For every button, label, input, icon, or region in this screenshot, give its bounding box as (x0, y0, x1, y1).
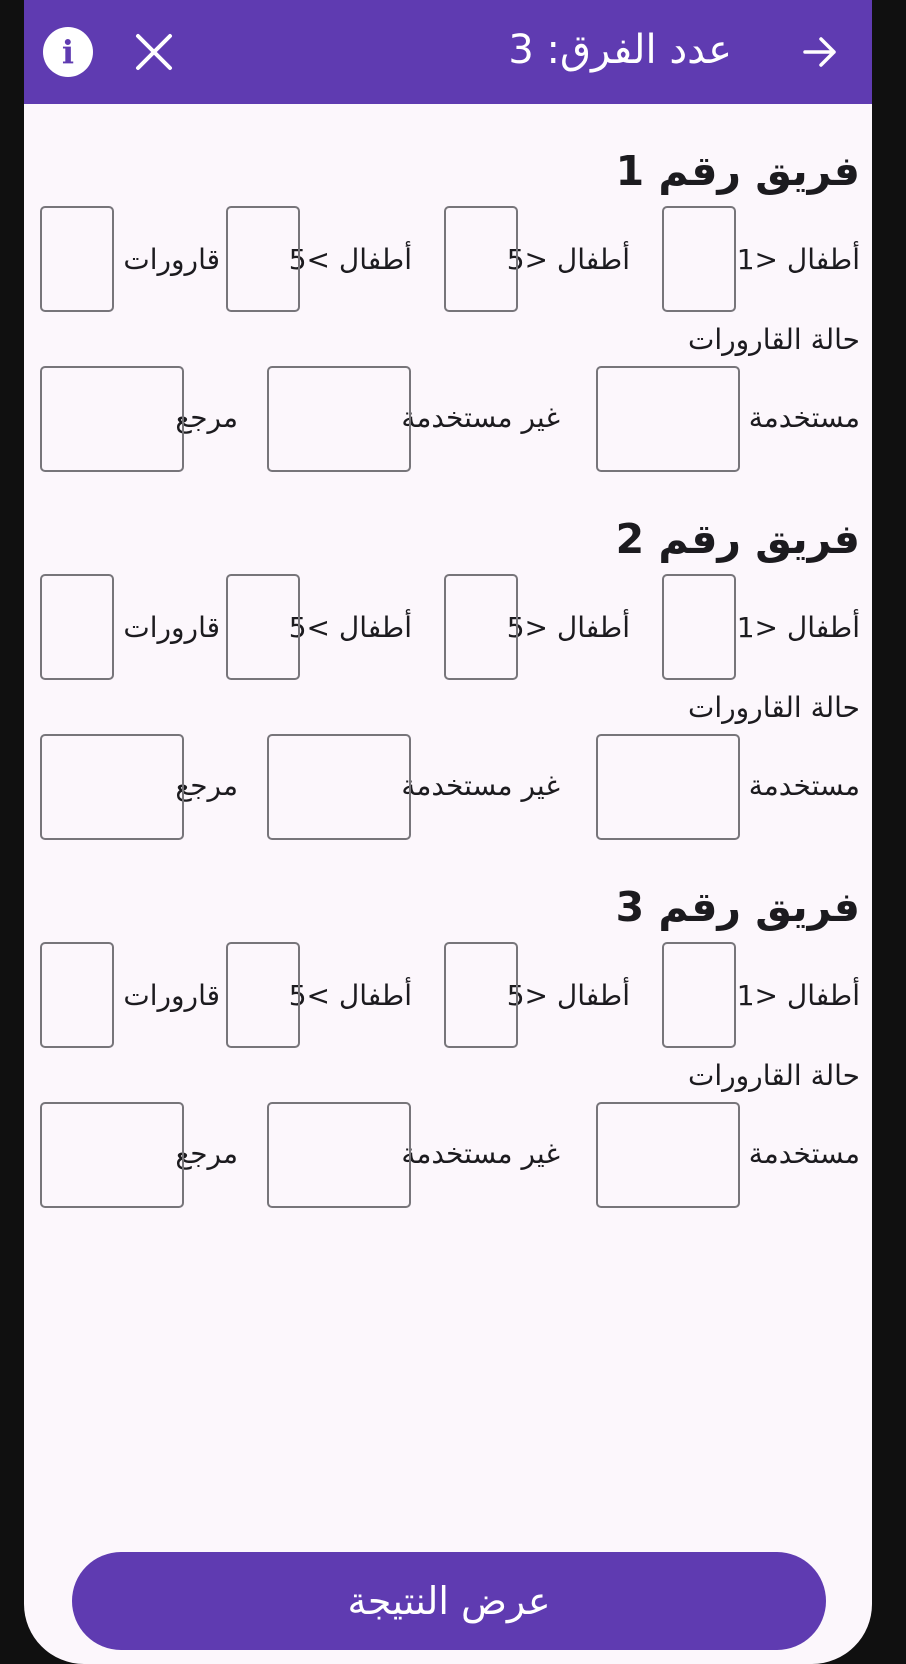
back-button[interactable] (794, 26, 846, 78)
label-bottle-status: حالة القارورات (688, 1059, 860, 1092)
input-children-lt5[interactable] (444, 574, 518, 680)
input-unused[interactable] (267, 1102, 411, 1208)
page-title: عدد الفرق: 3 (508, 27, 732, 73)
input-children-gt5[interactable] (226, 942, 300, 1048)
input-returned[interactable] (40, 366, 184, 472)
close-button[interactable] (128, 26, 180, 78)
show-result-button[interactable]: عرض النتيجة (72, 1552, 826, 1650)
input-children-lt1[interactable] (662, 574, 736, 680)
input-children-lt5[interactable] (444, 206, 518, 312)
info-button[interactable]: i (42, 26, 94, 78)
input-children-lt5[interactable] (444, 942, 518, 1048)
label-children-lt1: أطفال <1 (736, 979, 860, 1012)
label-children-lt5: أطفال <5 (506, 243, 630, 276)
label-returned: مرجع (175, 401, 238, 434)
label-children-gt5: أطفال >5 (288, 243, 412, 276)
label-used: مستخدمة (748, 401, 860, 434)
label-unused: غير مستخدمة (401, 1137, 560, 1170)
input-bottles[interactable] (40, 574, 114, 680)
label-bottle-status: حالة القارورات (688, 691, 860, 724)
label-returned: مرجع (175, 1137, 238, 1170)
team-title-3: فريق رقم 3 (615, 883, 860, 931)
label-children-gt5: أطفال >5 (288, 611, 412, 644)
team-title-2: فريق رقم 2 (615, 515, 860, 563)
input-bottles[interactable] (40, 942, 114, 1048)
app-screen: i عدد الفرق: 3 فريق رقم 1 أطفال <1 أطفال… (24, 0, 872, 1664)
close-icon (136, 34, 172, 70)
label-children-lt1: أطفال <1 (736, 611, 860, 644)
input-children-gt5[interactable] (226, 206, 300, 312)
input-used[interactable] (596, 366, 740, 472)
input-returned[interactable] (40, 1102, 184, 1208)
info-icon-glyph: i (61, 33, 75, 71)
label-children-lt5: أطفال <5 (506, 611, 630, 644)
input-used[interactable] (596, 1102, 740, 1208)
label-bottles: قارورات (123, 243, 220, 276)
input-unused[interactable] (267, 366, 411, 472)
label-children-lt5: أطفال <5 (506, 979, 630, 1012)
label-bottle-status: حالة القارورات (688, 323, 860, 356)
label-bottles: قارورات (123, 611, 220, 644)
input-children-lt1[interactable] (662, 942, 736, 1048)
input-unused[interactable] (267, 734, 411, 840)
input-bottles[interactable] (40, 206, 114, 312)
label-children-lt1: أطفال <1 (736, 243, 860, 276)
label-unused: غير مستخدمة (401, 769, 560, 802)
label-children-gt5: أطفال >5 (288, 979, 412, 1012)
label-bottles: قارورات (123, 979, 220, 1012)
team-title-1: فريق رقم 1 (615, 147, 860, 195)
label-returned: مرجع (175, 769, 238, 802)
info-icon: i (43, 27, 93, 77)
input-used[interactable] (596, 734, 740, 840)
input-children-lt1[interactable] (662, 206, 736, 312)
label-unused: غير مستخدمة (401, 401, 560, 434)
input-children-gt5[interactable] (226, 574, 300, 680)
device-frame: i عدد الفرق: 3 فريق رقم 1 أطفال <1 أطفال… (0, 0, 906, 1664)
app-bar: i عدد الفرق: 3 (24, 0, 872, 104)
arrow-right-icon (803, 37, 836, 67)
input-returned[interactable] (40, 734, 184, 840)
label-used: مستخدمة (748, 1137, 860, 1170)
label-used: مستخدمة (748, 769, 860, 802)
